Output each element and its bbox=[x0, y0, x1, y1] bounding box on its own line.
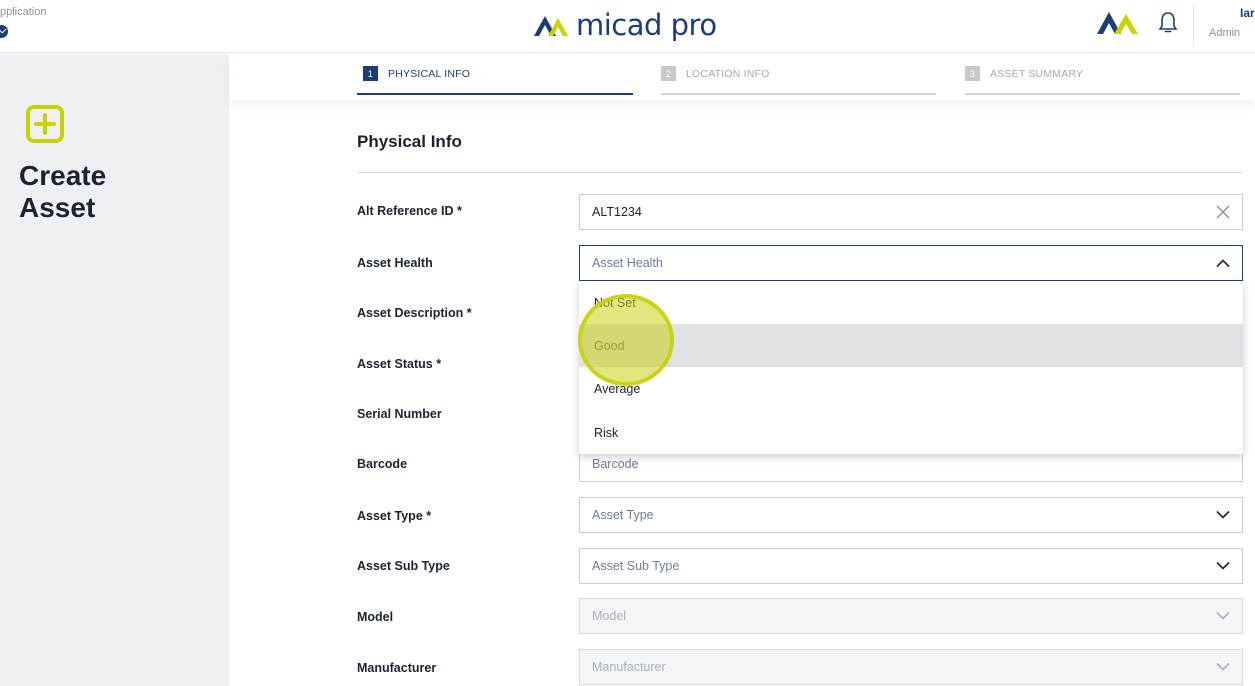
step-underline-active bbox=[357, 93, 633, 95]
micad-logo-icon bbox=[534, 16, 568, 36]
step-label: LOCATION INFO bbox=[686, 67, 770, 80]
option-risk[interactable]: Risk bbox=[579, 411, 1243, 454]
label-asset-type: Asset Type * bbox=[357, 509, 432, 523]
asset-type-placeholder: Asset Type bbox=[592, 508, 654, 522]
step-location-info[interactable]: 2 LOCATION INFO bbox=[661, 66, 770, 81]
stepper: 1 PHYSICAL INFO 2 LOCATION INFO 3 ASSET … bbox=[229, 54, 1255, 100]
chevron-down-icon bbox=[1216, 561, 1230, 570]
asset-sub-type-select[interactable]: Asset Sub Type bbox=[579, 548, 1243, 584]
top-bar: pplication micad pro Iar Admin bbox=[0, 0, 1255, 53]
step-underline bbox=[965, 93, 1240, 95]
step-asset-summary[interactable]: 3 ASSET SUMMARY bbox=[965, 66, 1083, 81]
step-number: 2 bbox=[661, 66, 676, 81]
chevron-up-icon bbox=[1216, 259, 1230, 268]
step-label: ASSET SUMMARY bbox=[990, 67, 1084, 80]
add-box-icon bbox=[26, 105, 64, 143]
check-circle-icon[interactable] bbox=[0, 25, 8, 38]
model-select[interactable]: Model bbox=[579, 598, 1243, 634]
option-not-set[interactable]: Not Set bbox=[579, 281, 1243, 324]
option-good[interactable]: Good bbox=[579, 324, 1243, 367]
model-placeholder: Model bbox=[592, 609, 627, 623]
asset-type-select[interactable]: Asset Type bbox=[579, 497, 1243, 533]
label-asset-health: Asset Health bbox=[357, 256, 433, 270]
label-asset-status: Asset Status * bbox=[357, 357, 442, 371]
brand-mark-icon bbox=[1097, 12, 1138, 34]
asset-health-dropdown: Not Set Good Average Risk bbox=[579, 281, 1243, 454]
page-title: Create Asset bbox=[19, 160, 106, 224]
section-divider bbox=[357, 172, 1243, 173]
sidebar bbox=[0, 54, 229, 686]
option-average[interactable]: Average bbox=[579, 367, 1243, 410]
step-label: PHYSICAL INFO bbox=[388, 67, 471, 80]
app-switcher-label[interactable]: pplication bbox=[0, 6, 46, 18]
user-name[interactable]: Iar bbox=[1240, 6, 1255, 20]
label-barcode: Barcode bbox=[357, 457, 408, 471]
user-role: Admin bbox=[1209, 27, 1241, 39]
step-underline bbox=[661, 93, 936, 95]
alt-reference-id-value: ALT1234 bbox=[592, 205, 642, 219]
step-number: 3 bbox=[965, 66, 980, 81]
bell-icon[interactable] bbox=[1157, 10, 1179, 36]
chevron-down-icon bbox=[1216, 611, 1230, 620]
header-divider bbox=[1193, 4, 1194, 46]
micad-logo[interactable]: micad pro bbox=[534, 5, 717, 45]
manufacturer-placeholder: Manufacturer bbox=[592, 660, 666, 674]
page-title-line-2: Asset bbox=[19, 192, 96, 223]
label-asset-description: Asset Description * bbox=[357, 306, 472, 320]
asset-health-placeholder: Asset Health bbox=[592, 256, 663, 270]
label-asset-sub-type: Asset Sub Type bbox=[357, 559, 450, 573]
chevron-down-icon bbox=[1216, 662, 1230, 671]
barcode-placeholder: Barcode bbox=[592, 457, 639, 471]
label-alt-reference-id: Alt Reference ID * bbox=[357, 204, 462, 218]
section-title: Physical Info bbox=[357, 132, 462, 151]
step-physical-info[interactable]: 1 PHYSICAL INFO bbox=[363, 66, 470, 81]
step-number: 1 bbox=[363, 66, 378, 81]
chevron-down-icon bbox=[1216, 510, 1230, 519]
asset-sub-type-placeholder: Asset Sub Type bbox=[592, 559, 680, 573]
clear-icon[interactable] bbox=[1216, 205, 1230, 219]
asset-health-select[interactable]: Asset Health bbox=[579, 245, 1243, 281]
alt-reference-id-input[interactable]: ALT1234 bbox=[579, 194, 1243, 230]
label-manufacturer: Manufacturer bbox=[357, 661, 437, 675]
label-model: Model bbox=[357, 610, 394, 624]
label-serial-number: Serial Number bbox=[357, 407, 442, 421]
logo-text: micad pro bbox=[576, 8, 717, 42]
manufacturer-select[interactable]: Manufacturer bbox=[579, 649, 1243, 685]
page-title-line-1: Create bbox=[19, 160, 107, 191]
